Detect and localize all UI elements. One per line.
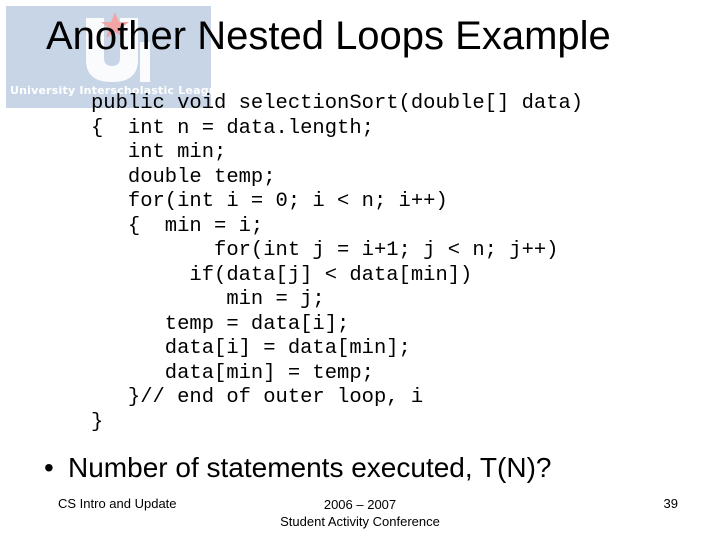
code-line: for(int i = 0; i < n; i++): [91, 190, 448, 213]
bullet-item: • Number of statements executed, T(N)?: [44, 452, 551, 484]
code-line: data[i] = data[min];: [91, 337, 411, 360]
footer-left: CS Intro and Update: [58, 496, 177, 511]
code-line: double temp;: [91, 165, 276, 189]
footer-center-line1: 2006 – 2007: [323, 497, 397, 512]
footer-center-line2: Student Activity Conference: [280, 514, 440, 529]
footer-center: 2006 – 2007 Student Activity Conference: [260, 496, 460, 530]
code-block: public void selectionSort(double[] data)…: [91, 92, 583, 435]
page-number: 39: [663, 496, 678, 511]
code-line: }// end of outer loop, i: [91, 386, 424, 409]
code-line: }: [91, 410, 104, 434]
code-line: min = j;: [91, 288, 325, 311]
code-line: public void selectionSort(double[] data): [91, 92, 584, 115]
code-line: { int n = data.length;: [91, 116, 374, 140]
bullet-icon: •: [44, 452, 54, 483]
code-line: if(data[j] < data[min]): [91, 263, 473, 287]
code-line: temp = data[i];: [91, 312, 350, 336]
slide-title: Another Nested Loops Example: [46, 14, 611, 58]
code-line: for(int j = i+1; j < n; j++): [91, 239, 559, 262]
code-line: int min;: [91, 141, 227, 164]
code-line: { min = i;: [91, 214, 264, 238]
bullet-text: Number of statements executed, T(N)?: [68, 452, 552, 483]
code-line: data[min] = temp;: [91, 361, 374, 385]
